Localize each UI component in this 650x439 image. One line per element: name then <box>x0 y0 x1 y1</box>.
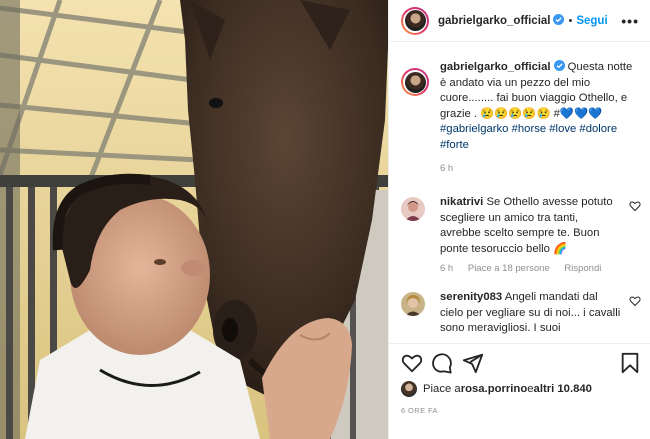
verified-badge-icon <box>553 60 565 71</box>
comment-text: serenity083 Angeli mandati dal cielo per… <box>440 290 621 337</box>
comment-icon[interactable] <box>431 352 453 374</box>
action-icons <box>401 352 641 374</box>
comment-meta: 6 h Piace a 18 persone Rispondi <box>440 263 641 274</box>
comment-username[interactable]: serenity083 <box>440 291 502 303</box>
share-icon[interactable] <box>462 352 484 374</box>
comment-avatar[interactable] <box>401 197 425 221</box>
author-username[interactable]: gabrielgarko_official <box>438 14 565 27</box>
caption-hashtags[interactable]: #gabrielgarko #horse #love #dolore #fort… <box>440 123 617 151</box>
post-caption: gabrielgarko_official Questa notte è and… <box>401 60 641 153</box>
comment-item: nikatrivi Se Othello avesse potuto scegl… <box>401 195 641 274</box>
comment-item: serenity083 Angeli mandati dal cielo per… <box>401 290 641 337</box>
post-timestamp: 6 ORE FA <box>401 406 438 415</box>
caption-time: 6 h <box>440 163 454 174</box>
heart-icon[interactable] <box>629 200 641 212</box>
post-side-panel: gabrielgarko_official • Segui ••• gabrie… <box>388 0 650 439</box>
post-actions: Piace a rosa.porrino e altri 10.840 6 OR… <box>389 343 650 439</box>
likes-user[interactable]: rosa.porrino <box>461 383 528 395</box>
heart-icon[interactable] <box>629 295 641 307</box>
author-avatar[interactable] <box>401 6 429 35</box>
follow-button[interactable]: Segui <box>576 15 607 27</box>
post-photo[interactable] <box>0 0 388 439</box>
likes-others[interactable]: altri 10.840 <box>534 383 592 395</box>
caption-text: gabrielgarko_official Questa notte è and… <box>440 60 641 153</box>
likes-summary[interactable]: Piace a rosa.porrino e altri 10.840 <box>401 381 592 397</box>
comment-username[interactable]: nikatrivi <box>440 196 483 208</box>
comment-avatar[interactable] <box>401 292 425 316</box>
verified-badge-icon <box>553 14 565 25</box>
photo-man-kissing-horse <box>0 0 388 439</box>
reply-button[interactable]: Rispondi <box>564 263 601 274</box>
heart-icon[interactable] <box>401 352 423 374</box>
more-options-icon[interactable]: ••• <box>621 13 639 29</box>
bookmark-icon[interactable] <box>619 352 641 374</box>
instagram-post-dialog: gabrielgarko_official • Segui ••• gabrie… <box>0 0 650 439</box>
post-header: gabrielgarko_official • Segui ••• <box>389 0 650 42</box>
comment-text: nikatrivi Se Othello avesse potuto scegl… <box>440 195 621 257</box>
likes-prefix: Piace a <box>423 383 461 395</box>
caption-username[interactable]: gabrielgarko_official <box>440 61 551 73</box>
liker-avatar <box>401 381 417 397</box>
caption-author-avatar[interactable] <box>401 68 429 96</box>
header-separator: • <box>568 14 573 27</box>
comment-likes[interactable]: Piace a 18 persone <box>468 263 550 274</box>
comment-time: 6 h <box>440 263 454 274</box>
